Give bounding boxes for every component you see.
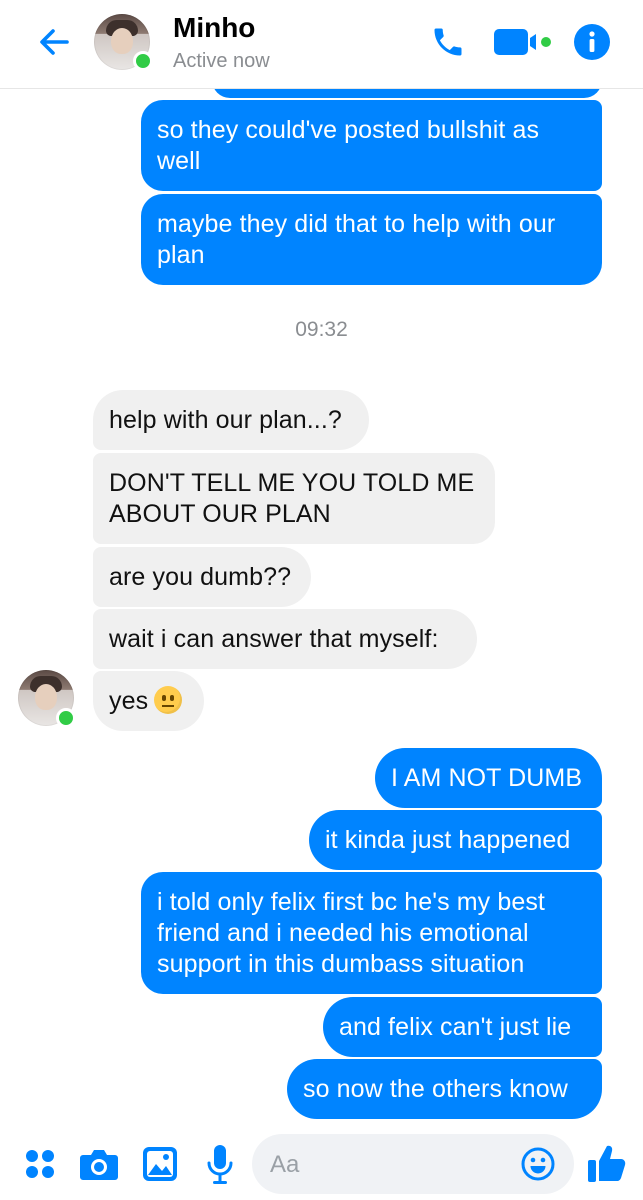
incoming-message[interactable]: are you dumb?? [93,547,311,607]
outgoing-message[interactable]: so now the others know [287,1059,602,1119]
apps-icon [26,1150,54,1178]
outgoing-message[interactable]: I AM NOT DUMB [375,748,602,808]
active-status: Active now [173,50,270,72]
incoming-message[interactable]: wait i can answer that myself: [93,609,477,669]
microphone-icon [207,1145,233,1184]
online-indicator [133,51,153,71]
video-camera-icon [494,29,551,55]
incoming-message[interactable]: help with our plan...? [93,390,369,450]
camera-icon [80,1150,118,1180]
camera-button[interactable] [78,1144,120,1184]
outgoing-message[interactable]: maybe they did that to help with our pla… [141,194,602,285]
call-button[interactable] [428,22,468,62]
incoming-message[interactable]: DON'T TELL ME YOU TOLD ME ABOUT OUR PLAN [93,453,495,544]
emoji-icon [521,1147,555,1181]
neutral-face-emoji-icon [154,686,183,714]
outgoing-message[interactable]: and felix can't just lie [323,997,602,1057]
arrow-left-icon [40,29,69,55]
image-icon [143,1147,177,1181]
like-button[interactable] [584,1140,628,1186]
message-timestamp: 09:32 [295,318,348,341]
chat-header: Minho Active now [0,0,643,89]
info-icon [574,24,610,60]
outgoing-message[interactable]: it kinda just happened [309,810,602,870]
voice-button[interactable] [202,1142,238,1186]
info-button[interactable] [572,22,612,62]
emoji-button[interactable] [520,1146,556,1182]
message-input[interactable] [268,1146,512,1184]
online-indicator [56,708,76,728]
video-call-button[interactable] [492,24,554,60]
gallery-button[interactable] [140,1144,180,1184]
apps-button[interactable] [22,1146,58,1182]
outgoing-message[interactable]: so they could've posted bullshit as well [141,100,602,191]
outgoing-message[interactable]: i told only felix first bc he's my best … [141,872,602,994]
message-text: yes [109,687,149,715]
message-composer [252,1134,574,1194]
phone-icon [434,28,462,56]
contact-name[interactable]: Minho [173,12,255,44]
thumbs-up-icon [588,1145,626,1182]
back-button[interactable] [34,22,74,62]
incoming-message[interactable]: yes [93,671,204,731]
